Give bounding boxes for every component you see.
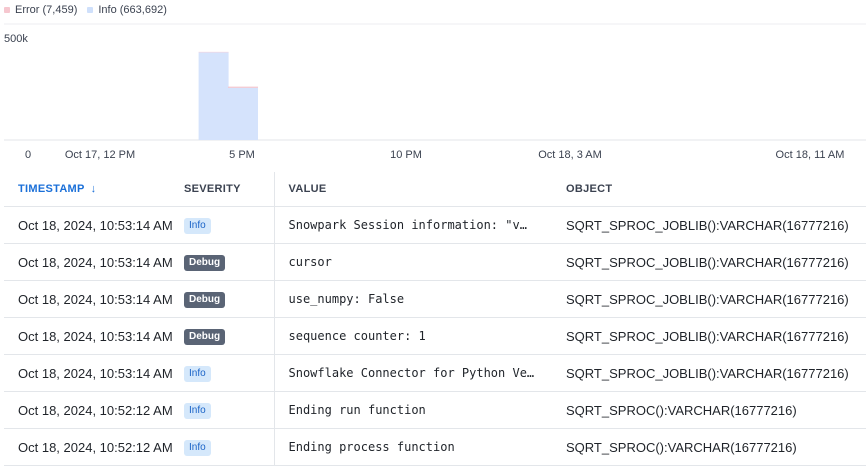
y-tick-label-500k: 500k: [4, 33, 28, 45]
table-row[interactable]: Oct 18, 2024, 10:53:14 AM Debug cursor SQRT…: [4, 243, 866, 281]
bar-info[interactable]: [198, 52, 229, 140]
cell-value: use_numpy: False: [273, 280, 566, 318]
severity-badge: Info: [184, 440, 211, 456]
chart-legend: Error (7,459) Info (663,692): [4, 2, 177, 18]
bar-error[interactable]: [228, 86, 258, 88]
legend-swatch-error: [4, 7, 10, 13]
column-header-severity[interactable]: SEVERITY: [184, 172, 274, 207]
legend-swatch-info: [87, 7, 94, 13]
cell-severity: Info: [184, 391, 274, 429]
cell-timestamp: Oct 18, 2024, 10:53:14 AM: [4, 317, 184, 355]
cell-timestamp: Oct 18, 2024, 10:53:14 AM: [4, 206, 184, 244]
cell-severity: Info: [184, 354, 274, 392]
severity-badge: Info: [184, 403, 211, 419]
x-tick-label: 5 PM: [229, 149, 255, 161]
cell-object: SQRT_SPROC():VARCHAR(16777216): [566, 391, 866, 429]
legend-item-info[interactable]: Info (663,692): [87, 4, 167, 16]
x-tick-label: Oct 18, 3 AM: [538, 149, 602, 161]
column-header-value[interactable]: VALUE: [273, 172, 566, 207]
sort-descending-icon: ↓: [90, 183, 97, 195]
cell-timestamp: Oct 18, 2024, 10:52:12 AM: [4, 391, 184, 429]
cell-object: SQRT_SPROC_JOBLIB():VARCHAR(16777216): [566, 317, 866, 355]
table-row[interactable]: Oct 18, 2024, 10:53:14 AM Info Snowpark Se…: [4, 206, 866, 244]
legend-item-error[interactable]: Error (7,459): [4, 4, 77, 16]
cell-object: SQRT_SPROC_JOBLIB():VARCHAR(16777216): [566, 243, 866, 281]
column-header-object[interactable]: OBJECT: [566, 172, 866, 207]
table-header-row: TIMESTAMP ↓ SEVERITY VALUE OBJECT: [4, 172, 866, 207]
cell-value: Ending process function: [273, 428, 566, 466]
cell-timestamp: Oct 18, 2024, 10:52:12 AM: [4, 428, 184, 466]
legend-label-error: Error (7,459): [15, 4, 78, 16]
table-row[interactable]: Oct 18, 2024, 10:53:14 AM Info Snowflake C…: [4, 354, 866, 392]
cell-severity: Info: [184, 428, 274, 466]
cell-timestamp: Oct 18, 2024, 10:53:14 AM: [4, 280, 184, 318]
table-row[interactable]: Oct 18, 2024, 10:52:12 AM Info Ending run …: [4, 391, 866, 429]
log-volume-chart: 500k 0 Oct 17, 12 PM 5 PM 10 PM Oct 18, 3 AM O…: [4, 23, 866, 161]
severity-badge: Info: [184, 366, 211, 382]
cell-timestamp: Oct 18, 2024, 10:53:14 AM: [4, 243, 184, 281]
column-header-timestamp[interactable]: TIMESTAMP ↓: [4, 172, 184, 207]
severity-badge: Debug: [184, 292, 226, 308]
cell-object: SQRT_SPROC_JOBLIB():VARCHAR(16777216): [566, 206, 866, 244]
cell-value: Snowpark Session information: "v…: [273, 206, 566, 244]
table-row[interactable]: Oct 18, 2024, 10:53:14 AM Debug sequence c…: [4, 317, 866, 355]
cell-value: cursor: [273, 243, 566, 281]
column-header-timestamp-label: TIMESTAMP: [18, 183, 85, 195]
x-tick-label: 10 PM: [390, 149, 422, 161]
cell-severity: Debug: [184, 243, 274, 281]
cell-object: SQRT_SPROC_JOBLIB():VARCHAR(16777216): [566, 354, 866, 392]
legend-label-info: Info (663,692): [98, 4, 167, 16]
severity-badge: Debug: [184, 255, 226, 271]
cell-timestamp: Oct 18, 2024, 10:53:14 AM: [4, 354, 184, 392]
cell-value: sequence counter: 1: [273, 317, 566, 355]
y-tick-label-0: 0: [25, 149, 31, 161]
bar-info[interactable]: [228, 87, 258, 140]
log-table: TIMESTAMP ↓ SEVERITY VALUE OBJECT Oct 18,…: [4, 172, 866, 466]
severity-badge: Info: [184, 218, 211, 234]
cell-object: SQRT_SPROC():VARCHAR(16777216): [566, 428, 866, 466]
cell-severity: Debug: [184, 317, 274, 355]
x-tick-label: Oct 17, 12 PM: [65, 149, 135, 161]
x-tick-label: Oct 18, 11 AM: [776, 149, 845, 161]
table-row[interactable]: Oct 18, 2024, 10:52:12 AM Info Ending proc…: [4, 428, 866, 466]
table-row[interactable]: Oct 18, 2024, 10:53:14 AM Debug use_numpy:…: [4, 280, 866, 318]
cell-value: Snowflake Connector for Python Ve…: [273, 354, 566, 392]
cell-severity: Debug: [184, 280, 274, 318]
cell-severity: Info: [184, 206, 274, 244]
cell-value: Ending run function: [273, 391, 566, 429]
cell-object: SQRT_SPROC_JOBLIB():VARCHAR(16777216): [566, 280, 866, 318]
severity-badge: Debug: [184, 329, 226, 345]
